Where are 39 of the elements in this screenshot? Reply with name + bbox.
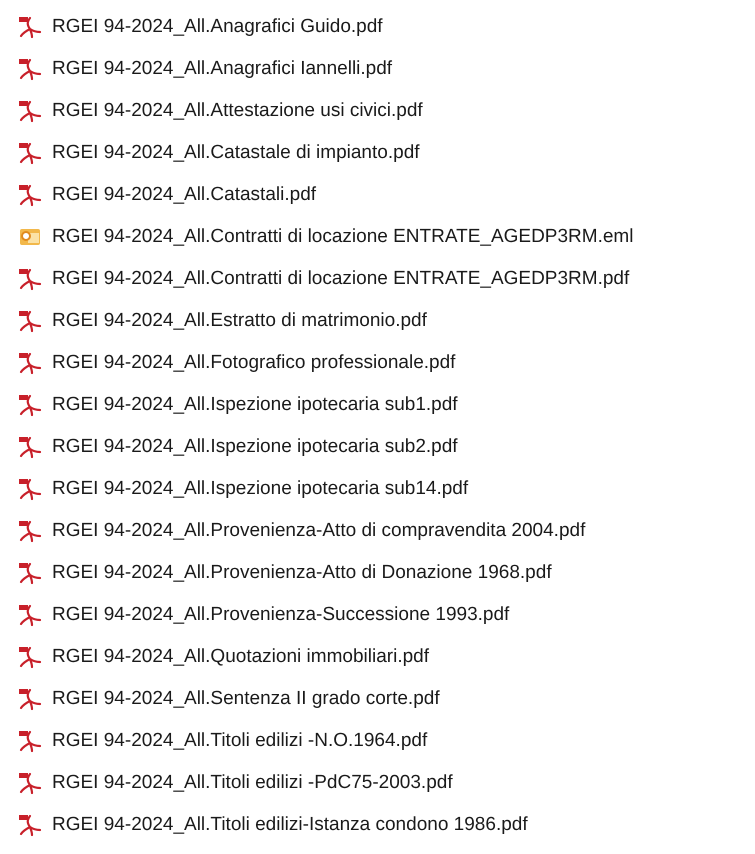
pdf-file-icon — [18, 15, 42, 39]
pdf-file-icon — [18, 519, 42, 543]
pdf-file-icon — [18, 141, 42, 165]
file-name[interactable]: RGEI 94-2024_All.Fotografico professionale.pdf — [52, 348, 456, 378]
pdf-file-icon — [18, 687, 42, 711]
pdf-file-icon — [18, 561, 42, 585]
file-name[interactable]: RGEI 94-2024_All.Provenienza-Atto di compravendita 2004.pdf — [52, 516, 586, 546]
pdf-file-icon — [18, 183, 42, 207]
file-name[interactable]: RGEI 94-2024_All.Quotazioni immobiliari.pdf — [52, 642, 430, 672]
pdf-file-icon — [18, 393, 42, 417]
file-name[interactable]: RGEI 94-2024_All.Ispezione ipotecaria sub1.pdf — [52, 390, 458, 420]
pdf-file-icon — [18, 351, 42, 375]
file-name[interactable]: RGEI 94-2024_All.Provenienza-Successione 1993.pdf — [52, 600, 510, 630]
pdf-file-icon — [18, 771, 42, 795]
file-name[interactable]: RGEI 94-2024_All.Catastali.pdf — [52, 180, 316, 210]
pdf-file-icon — [18, 813, 42, 837]
pdf-file-icon — [18, 435, 42, 459]
file-name[interactable]: RGEI 94-2024_All.Titoli edilizi -PdC75-2003.pdf — [52, 768, 453, 798]
file-name[interactable]: RGEI 94-2024_All.Anagrafici Iannelli.pdf — [52, 54, 392, 84]
file-name[interactable]: RGEI 94-2024_All.Attestazione usi civici.pdf — [52, 96, 423, 126]
file-name[interactable]: RGEI 94-2024_All.Contratti di locazione ENTRATE_AGEDP3RM.pdf — [52, 264, 630, 294]
file-name[interactable]: RGEI 94-2024_All.Ispezione ipotecaria sub2.pdf — [52, 432, 458, 462]
file-name[interactable]: RGEI 94-2024_All.Estratto di matrimonio.pdf — [52, 306, 427, 336]
pdf-file-icon — [18, 477, 42, 501]
file-name[interactable]: RGEI 94-2024_All.Sentenza II grado corte.pdf — [52, 684, 440, 714]
pdf-file-icon — [18, 57, 42, 81]
pdf-file-icon — [18, 729, 42, 753]
pdf-file-icon — [18, 603, 42, 627]
file-name[interactable]: RGEI 94-2024_All.Contratti di locazione ENTRATE_AGEDP3RM.eml — [52, 222, 634, 252]
file-name[interactable]: RGEI 94-2024_All.Catastale di impianto.pdf — [52, 138, 420, 168]
file-name[interactable]: RGEI 94-2024_All.Anagrafici Guido.pdf — [52, 12, 383, 42]
file-name[interactable]: RGEI 94-2024_All.Titoli edilizi-Istanza condono 1986.pdf — [52, 810, 528, 840]
file-name[interactable]: RGEI 94-2024_All.Ispezione ipotecaria sub14.pdf — [52, 474, 468, 504]
pdf-file-icon — [18, 309, 42, 333]
file-name[interactable]: RGEI 94-2024_All.Titoli edilizi -N.O.1964.pdf — [52, 726, 428, 756]
pdf-file-icon — [18, 99, 42, 123]
file-name[interactable]: RGEI 94-2024_All.Provenienza-Atto di Donazione 1968.pdf — [52, 558, 552, 588]
pdf-file-icon — [18, 645, 42, 669]
pdf-file-icon — [18, 267, 42, 291]
